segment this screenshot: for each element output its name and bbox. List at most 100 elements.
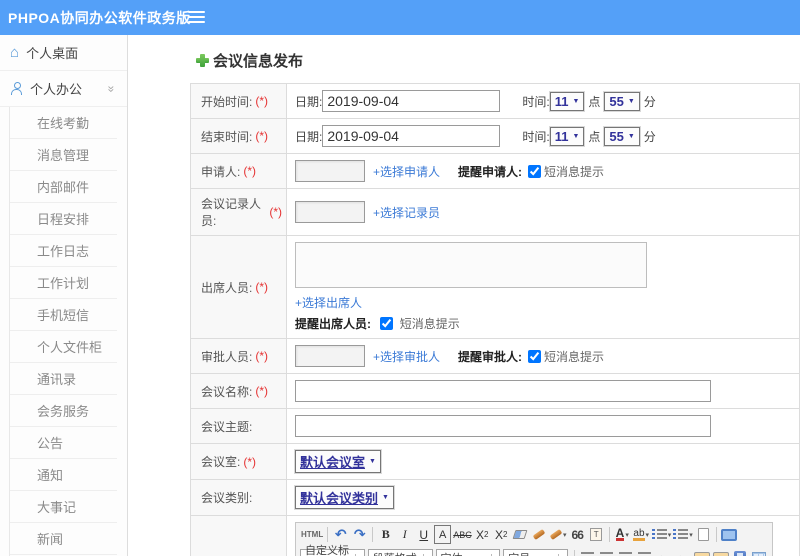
required-mark: (*)	[255, 94, 269, 108]
remind-approver-label: 提醒审批人:	[458, 349, 523, 364]
meeting-name-label: 会议名称:	[201, 384, 253, 399]
applicant-label: 申请人:	[201, 164, 241, 179]
select-applicant-link[interactable]: +选择申请人	[373, 163, 440, 180]
end-minute-select[interactable]: 55 ▼	[604, 126, 640, 146]
date-label: 日期:	[295, 129, 323, 144]
select-approver-link[interactable]: +选择审批人	[373, 348, 440, 365]
start-minute-select[interactable]: 55 ▼	[604, 91, 640, 111]
italic-button[interactable]: I	[396, 525, 413, 544]
approver-input[interactable]	[295, 345, 365, 367]
row-end-time: 结束时间: (*) 日期: 时间: 11 ▼ 点	[191, 119, 799, 154]
caret-down-icon: ▼	[627, 132, 635, 140]
start-date-input[interactable]	[322, 90, 501, 112]
sidebar-item-events[interactable]: 大事记	[10, 491, 117, 523]
new-document-icon[interactable]	[695, 525, 712, 544]
meeting-name-input[interactable]	[295, 380, 711, 402]
custom-heading-select[interactable]: 自定义标题▾	[300, 545, 365, 556]
sidebar-item-announcement[interactable]: 公告	[10, 427, 117, 459]
font-style-button[interactable]: A	[434, 525, 452, 544]
sidebar-item-messages[interactable]: 消息管理	[10, 139, 117, 171]
remind-applicant-label: 提醒申请人:	[458, 164, 523, 179]
remind-attendees-label: 提醒出席人员:	[295, 317, 371, 331]
sidebar-item-work-log[interactable]: 工作日志	[10, 235, 117, 267]
recorder-input[interactable]	[295, 201, 365, 223]
caret-down-icon: ▼	[369, 458, 376, 465]
paragraph-format-select[interactable]: 段落格式▾	[367, 548, 433, 556]
start-hour-select[interactable]: 11 ▼	[549, 91, 585, 111]
sidebar-submenu: 在线考勤 消息管理 内部邮件 日程安排 工作日志 工作计划 手机短信 个人文件柜…	[9, 107, 127, 556]
sidebar-item-internal-mail[interactable]: 内部邮件	[10, 171, 117, 203]
meeting-form: 开始时间: (*) 日期: 时间: 11 ▼ 点	[190, 83, 800, 556]
unordered-list-icon[interactable]: ▾	[673, 525, 693, 544]
end-hour-select[interactable]: 11 ▼	[549, 126, 585, 146]
format-brush-icon[interactable]	[531, 525, 548, 544]
font-family-select[interactable]: 字体▾	[435, 548, 501, 556]
minute-unit: 分	[643, 129, 656, 144]
align-left-icon[interactable]	[579, 548, 596, 556]
sidebar-item-work-plan[interactable]: 工作计划	[10, 267, 117, 299]
applicant-sms-checkbox[interactable]	[528, 164, 542, 178]
select-attendees-link[interactable]: +选择出席人	[295, 296, 362, 310]
required-mark: (*)	[255, 349, 269, 363]
style-brush-dropdown-icon[interactable]: ▾	[549, 525, 567, 544]
sidebar-item-notice[interactable]: 通知	[10, 459, 117, 491]
row-approver: 审批人员: (*) +选择审批人 提醒审批人: 短消息提示	[191, 339, 799, 374]
media-icon[interactable]	[731, 548, 748, 556]
meeting-category-select[interactable]: 默认会议类别 ▼	[295, 486, 394, 509]
row-recorder: 会议记录人员: (*) +选择记录员	[191, 189, 799, 236]
minute-unit: 分	[643, 94, 656, 109]
attendees-textarea[interactable]	[295, 242, 647, 288]
select-recorder-link[interactable]: +选择记录员	[373, 204, 440, 221]
remove-format-icon[interactable]	[512, 525, 529, 544]
meeting-category-label: 会议类别:	[201, 491, 253, 505]
time-label: 时间:	[522, 94, 550, 109]
underline-button[interactable]: U	[415, 525, 432, 544]
insert-image-icon[interactable]	[712, 548, 729, 556]
strikethrough-button[interactable]: ABC	[453, 525, 472, 544]
applicant-input[interactable]	[295, 160, 365, 182]
sidebar-item-office[interactable]: 个人办公 »	[0, 71, 127, 107]
row-start-time: 开始时间: (*) 日期: 时间: 11 ▼ 点	[191, 84, 799, 119]
bold-button[interactable]: B	[377, 525, 394, 544]
sidebar-item-schedule[interactable]: 日程安排	[10, 203, 117, 235]
sidebar-item-sms[interactable]: 手机短信	[10, 299, 117, 331]
hour-unit: 点	[588, 94, 601, 109]
paste-text-icon[interactable]: T	[588, 525, 605, 544]
table-icon[interactable]	[750, 548, 767, 556]
sidebar-item-meeting-service[interactable]: 会务服务	[10, 395, 117, 427]
row-meeting-name: 会议名称: (*)	[191, 374, 799, 409]
blockquote-button[interactable]: 66	[569, 525, 586, 544]
image-icon[interactable]	[693, 548, 710, 556]
highlight-color-button[interactable]: ab ▾	[633, 525, 650, 544]
unlink-icon[interactable]: ∞	[674, 548, 691, 556]
align-center-icon[interactable]	[598, 548, 615, 556]
sidebar-item-news[interactable]: 新闻	[10, 523, 117, 555]
attendees-sms-checkbox[interactable]	[380, 317, 394, 330]
sidebar-item-attendance[interactable]: 在线考勤	[10, 107, 117, 139]
sms-label: 短消息提示	[544, 349, 605, 364]
align-right-icon[interactable]	[617, 548, 634, 556]
meeting-subject-input[interactable]	[295, 415, 711, 437]
approver-sms-checkbox[interactable]	[528, 349, 542, 363]
superscript-button[interactable]: X2	[474, 525, 491, 544]
sidebar-item-contacts[interactable]: 通讯录	[10, 363, 117, 395]
sidebar-item-file-cabinet[interactable]: 个人文件柜	[10, 331, 117, 363]
caret-down-icon: ▼	[572, 97, 580, 105]
font-size-select[interactable]: 字号▾	[503, 548, 568, 556]
required-mark: (*)	[243, 454, 257, 469]
chevron-double-down-icon: »	[104, 85, 119, 92]
plus-icon	[196, 54, 209, 67]
start-time-label: 开始时间:	[201, 94, 253, 109]
link-icon[interactable]: ∞	[655, 548, 672, 556]
meeting-room-select[interactable]: 默认会议室 ▼	[295, 450, 381, 473]
fullscreen-icon[interactable]	[721, 525, 738, 544]
align-justify-icon[interactable]	[636, 548, 653, 556]
caret-down-icon: ▼	[382, 494, 389, 501]
font-color-button[interactable]: A ▾	[614, 525, 631, 544]
sidebar-item-desktop[interactable]: ⌂ 个人桌面	[0, 35, 127, 71]
ordered-list-icon[interactable]: ▾	[651, 525, 671, 544]
hamburger-icon[interactable]	[188, 11, 205, 26]
time-label: 时间:	[522, 129, 550, 144]
subscript-button[interactable]: X2	[493, 525, 510, 544]
end-date-input[interactable]	[322, 125, 501, 147]
